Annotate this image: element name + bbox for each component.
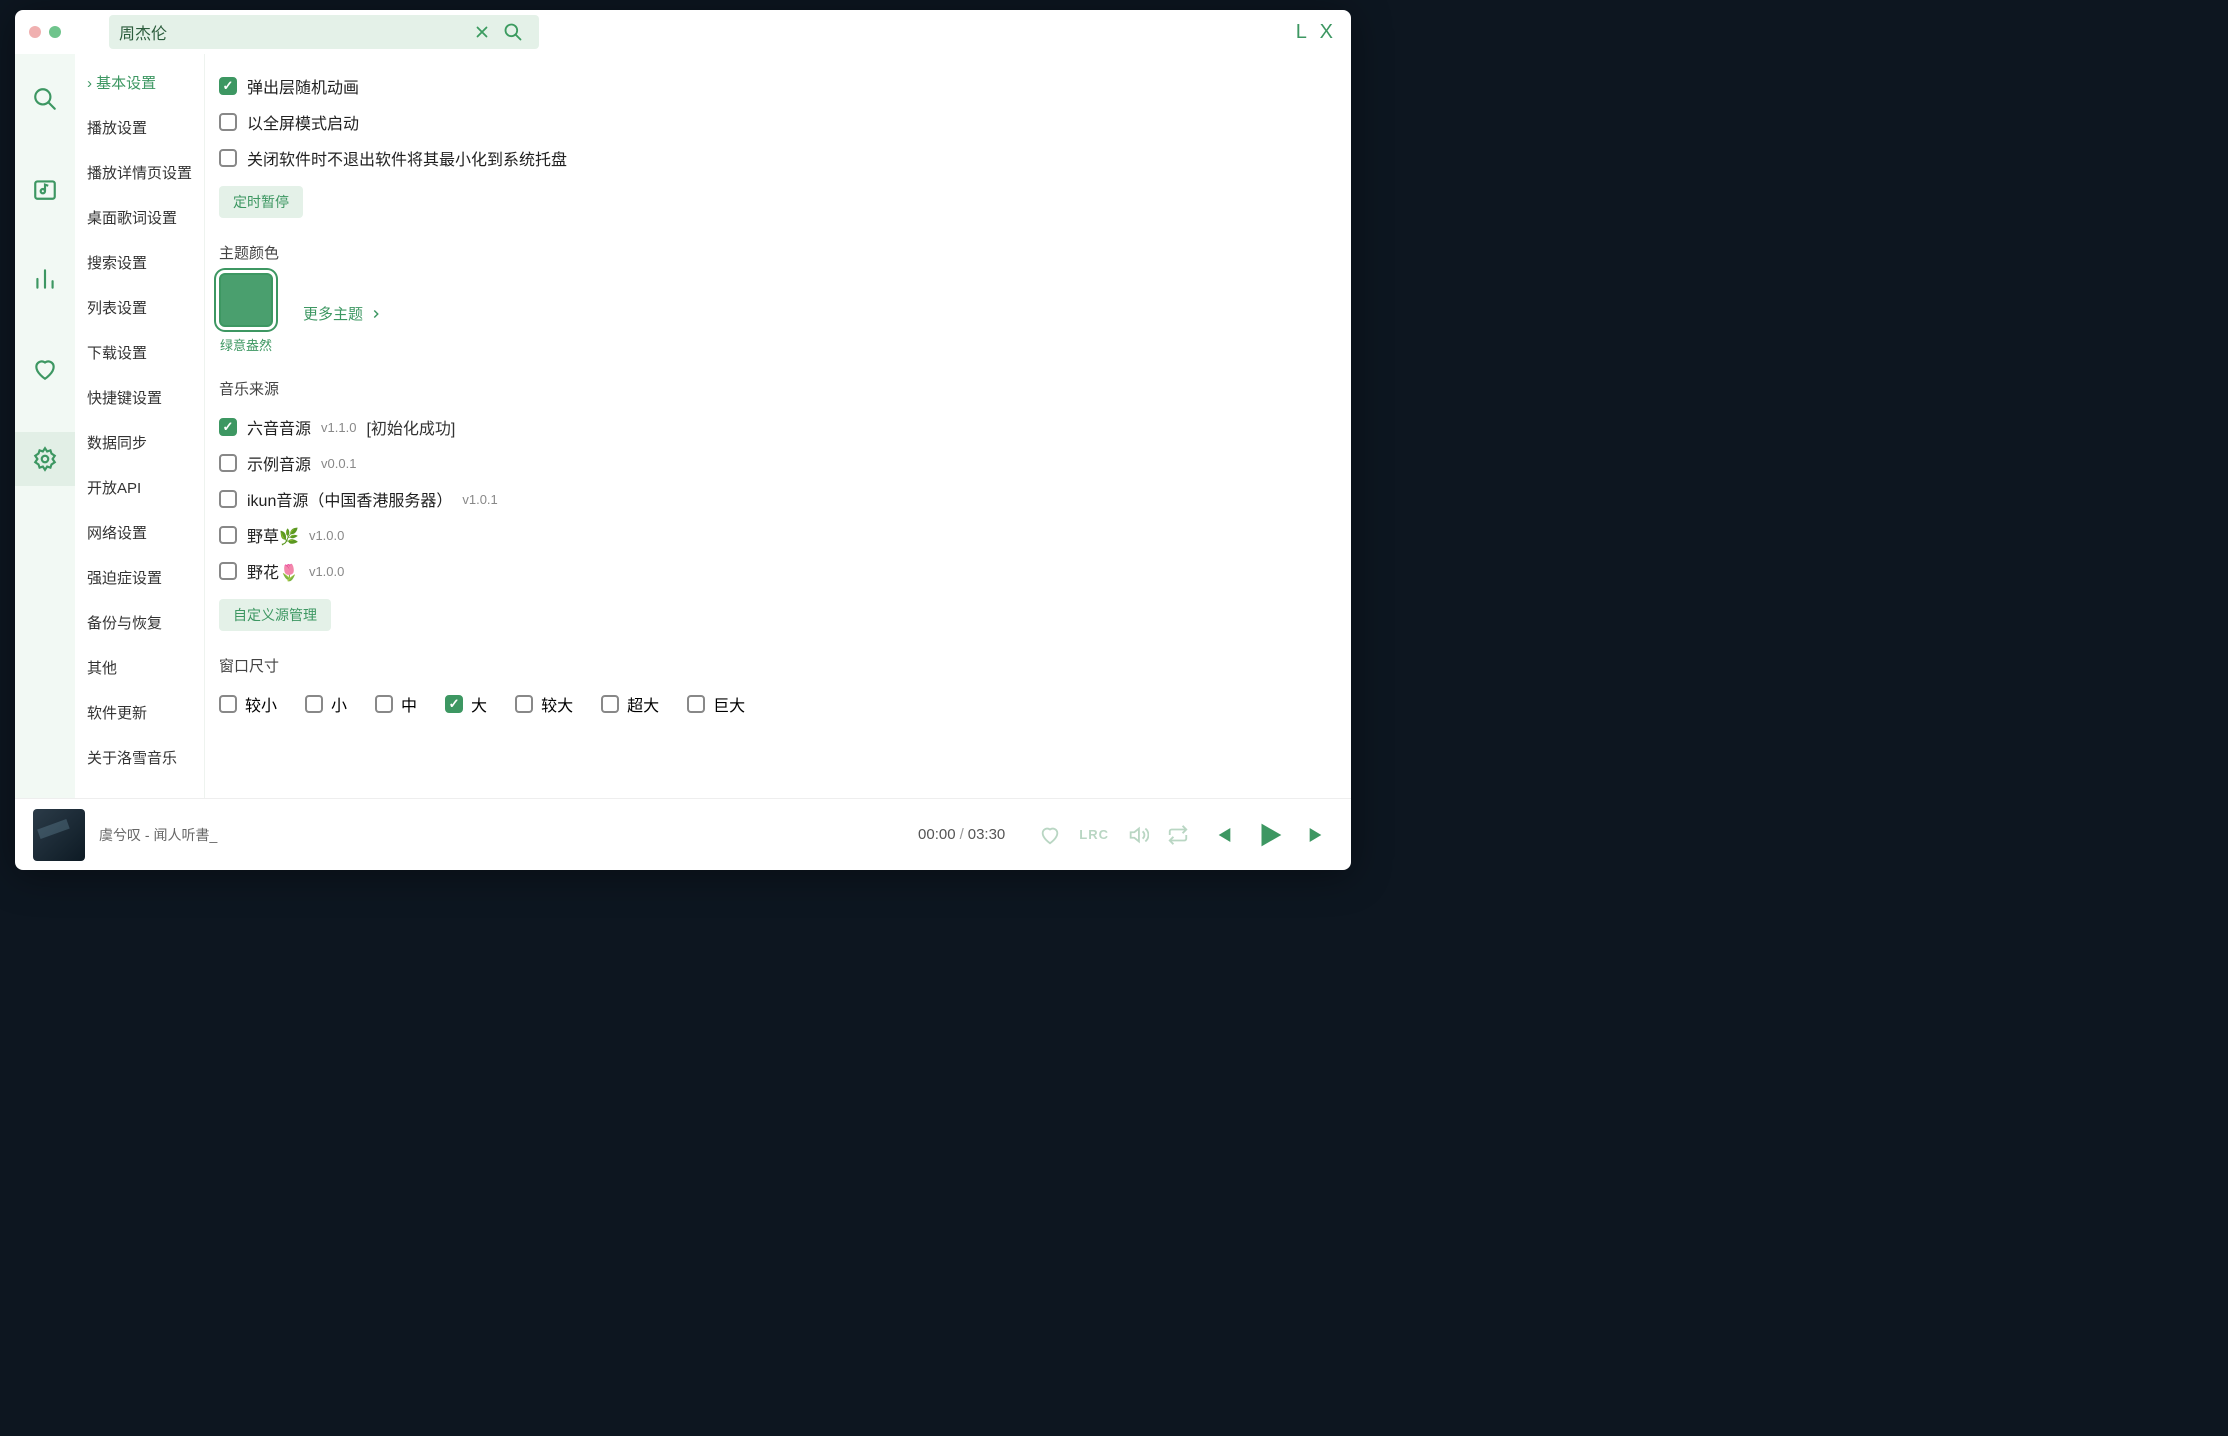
source-version: v0.0.1 <box>321 456 356 471</box>
nav-leaderboard[interactable] <box>15 252 75 306</box>
window-size-option[interactable]: 超大 <box>601 692 659 716</box>
sidebar-item[interactable]: 备份与恢复 <box>75 600 204 645</box>
size-option-label: 小 <box>331 692 347 716</box>
manage-sources-button[interactable]: 自定义源管理 <box>219 599 331 631</box>
window-size-option[interactable]: 小 <box>305 692 347 716</box>
window-close-dot[interactable] <box>29 26 41 38</box>
window-size-option[interactable]: 中 <box>375 692 417 716</box>
sidebar-item[interactable]: 列表设置 <box>75 285 204 330</box>
checkbox-icon[interactable] <box>219 77 237 95</box>
section-windowsize-label: 窗口尺寸 <box>219 655 1337 676</box>
player-volume-button[interactable] <box>1127 824 1149 846</box>
section-sources-label: 音乐来源 <box>219 378 1337 399</box>
checkbox-icon[interactable] <box>375 695 393 713</box>
player-track-label: 虞兮叹 - 闻人听書_ <box>99 825 217 845</box>
size-option-label: 超大 <box>627 692 659 716</box>
window-size-option[interactable]: 大 <box>445 692 487 716</box>
sidebar-item[interactable]: 数据同步 <box>75 420 204 465</box>
source-version: v1.1.0 <box>321 420 356 435</box>
source-name: ikun音源（中国香港服务器） <box>247 487 452 511</box>
sidebar-item[interactable]: 播放设置 <box>75 105 204 150</box>
checkbox-icon[interactable] <box>219 149 237 167</box>
source-row[interactable]: 示例音源 v0.0.1 <box>219 445 1337 481</box>
app-logo: L X <box>1296 21 1337 44</box>
sidebar-item[interactable]: 播放详情页设置 <box>75 150 204 195</box>
checkbox-label: 关闭软件时不退出软件将其最小化到系统托盘 <box>247 146 567 170</box>
sidebar-item[interactable]: 关于洛雪音乐 <box>75 735 204 780</box>
checkbox-icon[interactable] <box>219 418 237 436</box>
nav-library[interactable] <box>15 162 75 216</box>
player-prev-button[interactable] <box>1207 821 1235 849</box>
size-option-label: 较小 <box>245 692 277 716</box>
sidebar-item[interactable]: 软件更新 <box>75 690 204 735</box>
checkbox-icon[interactable] <box>305 695 323 713</box>
checkbox-icon[interactable] <box>219 562 237 580</box>
search-bar <box>109 15 539 49</box>
nav-search[interactable] <box>15 72 75 126</box>
player-repeat-button[interactable] <box>1167 824 1189 846</box>
theme-swatch-green[interactable]: 绿意盎然 <box>219 273 273 354</box>
source-version: v1.0.0 <box>309 528 344 543</box>
size-option-label: 大 <box>471 692 487 716</box>
sidebar-item[interactable]: 其他 <box>75 645 204 690</box>
sidebar-item[interactable]: 基本设置 <box>75 60 204 105</box>
player-like-button[interactable] <box>1039 824 1061 846</box>
setting-checkbox-row[interactable]: 以全屏模式启动 <box>219 104 1337 140</box>
source-row[interactable]: ikun音源（中国香港服务器） v1.0.1 <box>219 481 1337 517</box>
checkbox-label: 以全屏模式启动 <box>247 110 359 134</box>
sidebar-item[interactable]: 下载设置 <box>75 330 204 375</box>
checkbox-icon[interactable] <box>219 490 237 508</box>
checkbox-icon[interactable] <box>219 526 237 544</box>
window-size-option[interactable]: 较小 <box>219 692 277 716</box>
sidebar-item[interactable]: 快捷键设置 <box>75 375 204 420</box>
sidebar-item[interactable]: 强迫症设置 <box>75 555 204 600</box>
sidebar-item[interactable]: 开放API <box>75 465 204 510</box>
player-lyrics-button[interactable]: LRC <box>1079 827 1109 842</box>
sidebar-item[interactable]: 网络设置 <box>75 510 204 555</box>
checkbox-icon[interactable] <box>445 695 463 713</box>
setting-checkbox-row[interactable]: 关闭软件时不退出软件将其最小化到系统托盘 <box>219 140 1337 176</box>
setting-checkbox-row[interactable]: 弹出层随机动画 <box>219 68 1337 104</box>
source-name: 野草🌿 <box>247 523 299 547</box>
window-min-dot[interactable] <box>49 26 61 38</box>
window-size-option[interactable]: 巨大 <box>687 692 745 716</box>
checkbox-icon[interactable] <box>601 695 619 713</box>
checkbox-icon[interactable] <box>687 695 705 713</box>
nav-favorites[interactable] <box>15 342 75 396</box>
window-size-option[interactable]: 较大 <box>515 692 573 716</box>
player-cover[interactable] <box>33 809 85 861</box>
sidebar-item[interactable]: 桌面歌词设置 <box>75 195 204 240</box>
size-option-label: 巨大 <box>713 692 745 716</box>
source-row[interactable]: 野草🌿 v1.0.0 <box>219 517 1337 553</box>
source-name: 示例音源 <box>247 451 311 475</box>
source-version: v1.0.0 <box>309 564 344 579</box>
section-theme-label: 主题颜色 <box>219 242 1337 263</box>
timed-pause-button[interactable]: 定时暂停 <box>219 186 303 218</box>
source-status: [初始化成功] <box>366 415 455 439</box>
theme-swatch-label: 绿意盎然 <box>219 335 273 354</box>
checkbox-icon[interactable] <box>219 113 237 131</box>
source-version: v1.0.1 <box>462 492 497 507</box>
checkbox-icon[interactable] <box>219 695 237 713</box>
search-input[interactable] <box>119 23 467 41</box>
search-icon[interactable] <box>497 18 529 46</box>
player-next-button[interactable] <box>1305 821 1333 849</box>
sidebar-item[interactable]: 搜索设置 <box>75 240 204 285</box>
player-time: 00:00/03:30 <box>918 826 1005 843</box>
more-themes-link[interactable]: 更多主题 <box>303 303 383 324</box>
source-row[interactable]: 六音音源 v1.1.0 [初始化成功] <box>219 409 1337 445</box>
source-row[interactable]: 野花🌷 v1.0.0 <box>219 553 1337 589</box>
player-play-button[interactable] <box>1253 818 1287 852</box>
source-name: 野花🌷 <box>247 559 299 583</box>
source-name: 六音音源 <box>247 415 311 439</box>
nav-settings[interactable] <box>15 432 75 486</box>
checkbox-icon[interactable] <box>219 454 237 472</box>
size-option-label: 较大 <box>541 692 573 716</box>
checkbox-icon[interactable] <box>515 695 533 713</box>
size-option-label: 中 <box>401 692 417 716</box>
clear-icon[interactable] <box>467 19 497 45</box>
checkbox-label: 弹出层随机动画 <box>247 74 359 98</box>
